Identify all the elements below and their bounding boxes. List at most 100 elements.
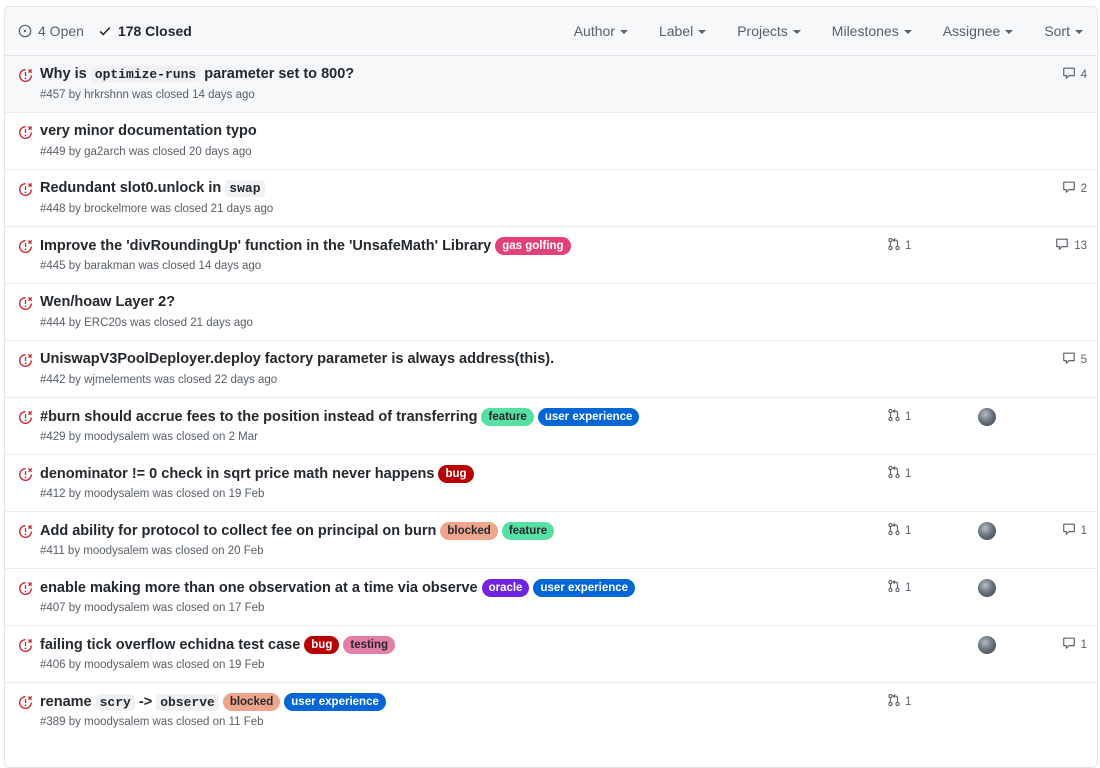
comment-count: 5 xyxy=(1080,353,1087,366)
title-text: Why is xyxy=(40,66,91,82)
issue-rows: Why is optimize-runs parameter set to 80… xyxy=(5,56,1097,739)
issue-meta: #411 by moodysalem was closed on 20 Feb xyxy=(40,545,264,557)
issue-row[interactable]: Why is optimize-runs parameter set to 80… xyxy=(5,56,1097,112)
comments-link[interactable]: 2 xyxy=(1062,180,1087,197)
issues-list-header: 4 Open 178 Closed Author Label Projects … xyxy=(5,7,1097,56)
pull-request-icon xyxy=(887,237,901,254)
linked-pr-link[interactable]: 1 xyxy=(887,465,911,482)
caret-down-icon xyxy=(792,29,801,34)
assignee-avatar[interactable] xyxy=(978,579,996,597)
issue-label[interactable]: feature xyxy=(501,522,555,540)
issue-title-link[interactable]: Improve the 'divRoundingUp' function in … xyxy=(40,238,491,254)
title-text: #burn should accrue fees to the position… xyxy=(40,409,478,425)
issue-title-line: Redundant slot0.unlock in swap xyxy=(40,180,265,197)
assignee-avatar[interactable] xyxy=(978,408,996,426)
issue-label[interactable]: blocked xyxy=(222,693,281,711)
issue-title-link[interactable]: Wen/hoaw Layer 2? xyxy=(40,294,175,310)
issue-label[interactable]: gas golfing xyxy=(495,237,571,255)
filter-bar: Author Label Projects Milestones Assigne… xyxy=(543,7,1083,55)
sort-filter[interactable]: Sort xyxy=(1044,23,1083,39)
caret-down-icon xyxy=(619,29,628,34)
open-issues-link[interactable]: 4 Open xyxy=(18,23,84,39)
issue-meta: #442 by wjmelements was closed 22 days a… xyxy=(40,374,278,386)
issue-title-link[interactable]: #burn should accrue fees to the position… xyxy=(40,409,477,425)
issue-meta: #429 by moodysalem was closed on 2 Mar xyxy=(40,431,258,443)
issue-closed-icon xyxy=(18,467,33,487)
issue-title-line: enable making more than one observation … xyxy=(40,579,636,597)
closed-issues-link[interactable]: 178 Closed xyxy=(98,23,192,39)
state-toggle: 4 Open 178 Closed xyxy=(5,23,192,39)
issue-label[interactable]: user experience xyxy=(284,693,386,711)
issue-row[interactable]: enable making more than one observation … xyxy=(5,568,1097,625)
issue-row[interactable]: #burn should accrue fees to the position… xyxy=(5,397,1097,454)
check-icon xyxy=(99,26,111,36)
title-text: Add ability for protocol to collect fee … xyxy=(40,523,437,539)
comments-link[interactable]: 5 xyxy=(1062,351,1087,368)
issue-title-link[interactable]: Add ability for protocol to collect fee … xyxy=(40,523,436,539)
linked-pr-link[interactable]: 1 xyxy=(887,522,911,539)
issue-opened-icon xyxy=(18,24,32,38)
comment-icon xyxy=(1062,351,1076,368)
label-filter[interactable]: Label xyxy=(658,23,707,39)
issue-meta: #412 by moodysalem was closed on 19 Feb xyxy=(40,488,265,500)
linked-pr-count: 1 xyxy=(905,581,912,594)
issue-label[interactable]: blocked xyxy=(440,522,498,540)
issue-row[interactable]: UniswapV3PoolDeployer.deploy factory par… xyxy=(5,340,1097,397)
issue-title-link[interactable]: rename scry -> observe xyxy=(40,694,219,711)
sort-filter-label: Sort xyxy=(1044,23,1070,39)
label-filter-label: Label xyxy=(658,23,694,39)
comments-link[interactable]: 13 xyxy=(1055,237,1087,254)
issue-row[interactable]: Redundant slot0.unlock in swap #448 by br… xyxy=(5,169,1097,226)
issue-meta: #445 by barakman was closed 14 days ago xyxy=(40,260,262,272)
pull-request-icon xyxy=(887,522,901,539)
linked-pr-link[interactable]: 1 xyxy=(887,579,911,596)
issue-row[interactable]: Add ability for protocol to collect fee … xyxy=(5,511,1097,568)
projects-filter[interactable]: Projects xyxy=(737,23,801,39)
assignee-avatar[interactable] xyxy=(978,636,996,654)
milestones-filter[interactable]: Milestones xyxy=(832,23,912,39)
issue-closed-icon xyxy=(18,581,33,601)
issue-row[interactable]: failing tick overflow echidna test case b… xyxy=(5,625,1097,682)
issue-title-link[interactable]: very minor documentation typo xyxy=(40,123,257,139)
issue-title-link[interactable]: Redundant slot0.unlock in swap xyxy=(40,180,265,197)
issue-row[interactable]: Wen/hoaw Layer 2? #444 by ERC20s was clos… xyxy=(5,283,1097,340)
issue-label[interactable]: bug xyxy=(304,636,340,654)
issue-label[interactable]: testing xyxy=(343,636,396,654)
issue-row[interactable]: denominator != 0 check in sqrt price mat… xyxy=(5,454,1097,511)
assignee-avatar[interactable] xyxy=(978,522,996,540)
issue-label[interactable]: user experience xyxy=(537,408,640,426)
issue-row[interactable]: rename scry -> observe blocked user experi… xyxy=(5,682,1097,739)
title-text: -> xyxy=(134,694,157,710)
comment-count: 2 xyxy=(1080,182,1087,195)
issue-row[interactable]: very minor documentation typo #449 by ga2… xyxy=(5,112,1097,169)
title-text: denominator != 0 check in sqrt price mat… xyxy=(40,466,435,482)
pull-request-icon xyxy=(887,693,901,710)
assignee-filter[interactable]: Assignee xyxy=(943,23,1014,39)
issue-closed-icon xyxy=(18,296,33,316)
issue-label[interactable]: oracle xyxy=(481,579,530,597)
issue-title-link[interactable]: UniswapV3PoolDeployer.deploy factory par… xyxy=(40,351,554,367)
comments-link[interactable]: 1 xyxy=(1062,522,1087,539)
comments-link[interactable]: 1 xyxy=(1062,636,1087,653)
linked-pr-link[interactable]: 1 xyxy=(887,237,911,254)
linked-pr-link[interactable]: 1 xyxy=(887,693,911,710)
issue-title-link[interactable]: Why is optimize-runs parameter set to 80… xyxy=(40,66,354,83)
issue-label[interactable]: bug xyxy=(438,465,474,483)
comments-link[interactable]: 4 xyxy=(1062,66,1087,83)
author-filter[interactable]: Author xyxy=(574,23,628,39)
linked-pr-link[interactable]: 1 xyxy=(887,408,911,425)
issue-label[interactable]: feature xyxy=(481,408,534,426)
comment-count: 13 xyxy=(1074,239,1087,252)
issue-title-line: rename scry -> observe blocked user experi… xyxy=(40,693,386,711)
issue-title-link[interactable]: denominator != 0 check in sqrt price mat… xyxy=(40,466,434,482)
issue-title-link[interactable]: enable making more than one observation … xyxy=(40,580,478,596)
issue-label[interactable]: user experience xyxy=(533,579,636,597)
comment-count: 1 xyxy=(1080,638,1087,651)
issue-closed-icon xyxy=(18,239,33,259)
issue-title-link[interactable]: failing tick overflow echidna test case xyxy=(40,637,300,653)
title-text: rename xyxy=(40,694,96,710)
issue-closed-icon xyxy=(18,125,33,145)
issue-row[interactable]: Improve the 'divRoundingUp' function in … xyxy=(5,226,1097,283)
issue-title-line: Add ability for protocol to collect fee … xyxy=(40,522,555,540)
issue-closed-icon xyxy=(18,695,33,715)
